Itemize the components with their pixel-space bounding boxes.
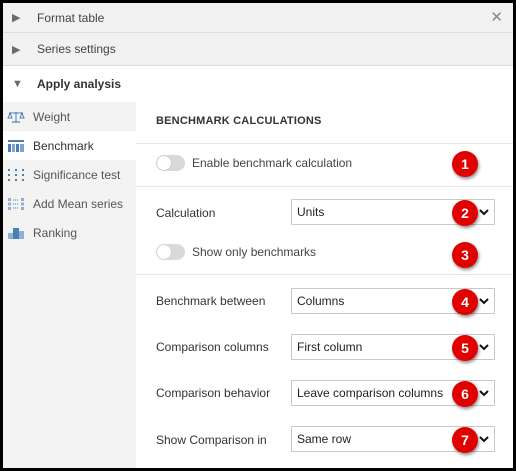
show-comparison-in-label: Show Comparison in — [156, 433, 267, 447]
comparison-behavior-label: Comparison behavior — [156, 386, 271, 400]
annotation-badge-5: 5 — [452, 335, 478, 361]
select-value: Leave comparison columns — [297, 386, 444, 400]
chevron-down-icon — [478, 432, 490, 451]
sidebar-item-label: Weight — [33, 109, 71, 124]
comparison-columns-label: Comparison columns — [156, 340, 269, 354]
section-title: BENCHMARK CALCULATIONS — [156, 115, 322, 127]
toggle-label: Show only benchmarks — [192, 245, 317, 259]
close-icon[interactable]: ✕ — [490, 8, 503, 26]
annotation-badge-1: 1 — [452, 151, 478, 177]
select-value: First column — [297, 340, 363, 354]
caret-right-icon: ▶ — [12, 12, 21, 24]
toggle-label: Enable benchmark calculation — [192, 156, 353, 170]
mean-series-icon — [7, 197, 25, 211]
annotation-badge-6: 6 — [452, 381, 478, 407]
chevron-down-icon — [478, 340, 490, 359]
ranking-icon — [7, 226, 25, 240]
divider — [136, 143, 513, 144]
accordion-apply-analysis[interactable]: ▼ Apply analysis — [3, 66, 513, 102]
benchmark-grid-icon — [7, 139, 25, 153]
show-only-benchmarks-row: Show only benchmarks — [156, 244, 316, 260]
benchmark-between-label: Benchmark between — [156, 294, 266, 308]
annotation-badge-3: 3 — [452, 242, 478, 268]
accordion-format-table[interactable]: ▶ Format table ✕ — [3, 3, 513, 33]
accordion-label: Series settings — [37, 42, 116, 56]
chevron-down-icon — [478, 386, 490, 405]
calculation-label: Calculation — [156, 206, 216, 220]
select-value: Columns — [297, 294, 345, 308]
annotation-badge-4: 4 — [452, 289, 478, 315]
show-only-benchmarks-toggle[interactable] — [156, 244, 185, 260]
sidebar-item-significance-test[interactable]: Significance test — [3, 160, 136, 189]
divider — [136, 274, 513, 275]
sidebar-item-label: Add Mean series — [33, 196, 124, 211]
scale-icon — [7, 110, 25, 124]
sidebar-item-benchmark[interactable]: Benchmark — [3, 131, 136, 160]
chevron-down-icon — [478, 205, 490, 224]
analysis-sidebar: Weight Benchmark Significance test Add M… — [3, 102, 136, 468]
annotation-badge-2: 2 — [452, 200, 478, 226]
accordion-label: Format table — [37, 10, 105, 25]
sidebar-item-label: Ranking — [33, 225, 78, 240]
annotation-badge-7: 7 — [452, 427, 478, 453]
select-value: Same row — [297, 432, 352, 446]
sidebar-item-label: Significance test — [33, 167, 121, 182]
enable-benchmark-row: Enable benchmark calculation — [156, 155, 352, 171]
sidebar-item-add-mean-series[interactable]: Add Mean series — [3, 189, 136, 218]
chevron-down-icon — [478, 294, 490, 313]
sidebar-item-label: Benchmark — [33, 138, 94, 153]
select-value: Units — [297, 205, 325, 219]
significance-dots-icon — [7, 168, 25, 182]
caret-down-icon: ▼ — [12, 78, 23, 90]
enable-benchmark-toggle[interactable] — [156, 155, 185, 171]
accordion-series-settings[interactable]: ▶ Series settings — [3, 33, 513, 66]
caret-right-icon: ▶ — [12, 43, 21, 56]
divider — [136, 186, 513, 187]
sidebar-item-ranking[interactable]: Ranking — [3, 218, 136, 247]
sidebar-item-weight[interactable]: Weight — [3, 102, 136, 131]
analysis-panel: ▶ Format table ✕ ▶ Series settings ▼ App… — [0, 0, 516, 471]
accordion-label: Apply analysis — [37, 77, 122, 91]
